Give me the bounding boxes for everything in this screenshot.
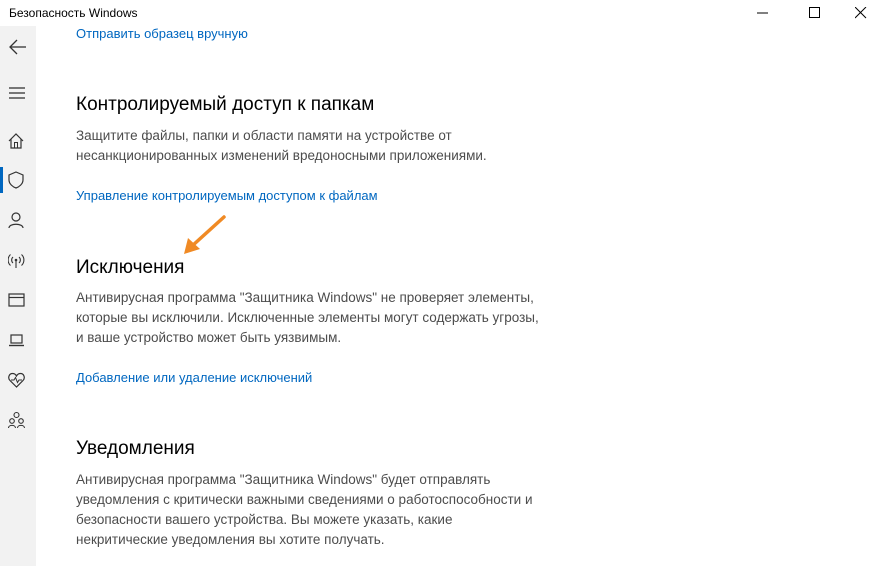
minimize-button[interactable]: [740, 0, 786, 26]
health-icon: [8, 372, 25, 388]
app-browser-icon: [8, 293, 25, 307]
nav-rail: [0, 26, 36, 566]
add-remove-exclusions-link[interactable]: Добавление или удаление исключений: [76, 370, 312, 385]
nav-device-health[interactable]: [0, 362, 36, 398]
section-heading: Контролируемый доступ к папкам: [76, 94, 375, 115]
family-icon: [8, 411, 26, 429]
nav-firewall[interactable]: [0, 242, 36, 278]
title-bar: Безопасность Windows: [0, 0, 877, 26]
section-heading: Исключения: [76, 257, 185, 278]
nav-app-browser[interactable]: [0, 282, 36, 318]
maximize-icon: [809, 7, 820, 18]
network-icon: [8, 254, 25, 268]
home-icon: [8, 133, 24, 149]
window-title: Безопасность Windows: [9, 6, 138, 20]
windows-security-window: Безопасность Windows Отправить образец в…: [0, 0, 877, 566]
back-button[interactable]: [0, 29, 36, 65]
close-button[interactable]: [838, 0, 877, 26]
close-icon: [855, 7, 867, 19]
device-icon: [9, 334, 24, 347]
section-description: Антивирусная программа "Защитника Window…: [76, 290, 539, 345]
hamburger-icon: [9, 87, 25, 99]
annotation-arrow-icon: [184, 215, 226, 254]
manage-controlled-folder-access-link[interactable]: Управление контролируемым доступом к фай…: [76, 188, 378, 203]
nav-virus-protection[interactable]: [0, 162, 36, 198]
nav-family-options[interactable]: [0, 402, 36, 438]
shield-icon: [8, 171, 24, 189]
nav-device-security[interactable]: [0, 322, 36, 358]
back-icon: [9, 39, 26, 55]
account-icon: [8, 212, 24, 229]
minimize-icon: [757, 12, 768, 14]
section-description: Защитите файлы, папки и области памяти н…: [76, 128, 487, 163]
submit-sample-link[interactable]: Отправить образец вручную: [76, 26, 248, 41]
nav-home[interactable]: [0, 123, 36, 159]
nav-account[interactable]: [0, 202, 36, 238]
menu-button[interactable]: [0, 75, 36, 111]
section-description: Антивирусная программа "Защитника Window…: [76, 472, 533, 547]
maximize-button[interactable]: [792, 0, 838, 26]
section-heading: Уведомления: [76, 438, 195, 459]
